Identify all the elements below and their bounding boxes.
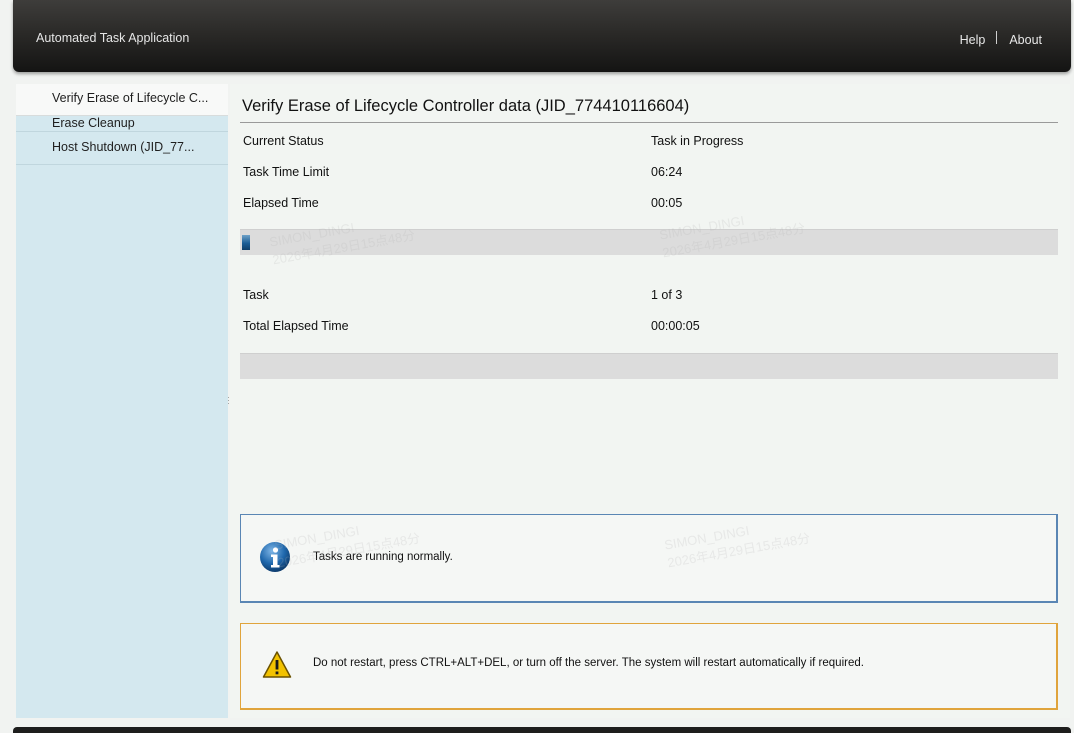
overall-progress-bar <box>240 353 1058 379</box>
app-header: Automated Task Application Help About <box>13 0 1071 72</box>
warning-icon <box>262 651 292 678</box>
sidebar-item-verify-erase[interactable]: Verify Erase of Lifecycle C... <box>16 84 228 116</box>
info-message-text: Tasks are running normally. <box>313 551 453 563</box>
header-links: Help About <box>960 30 1042 47</box>
total-elapsed-label: Total Elapsed Time <box>243 319 349 333</box>
help-link[interactable]: Help <box>960 33 986 47</box>
task-time-limit-value: 06:24 <box>651 165 683 179</box>
info-icon <box>260 542 290 572</box>
warning-message-box: Do not restart, press CTRL+ALT+DEL, or t… <box>240 623 1058 710</box>
about-link[interactable]: About <box>1009 33 1042 47</box>
info-message-box: Tasks are running normally. <box>240 514 1058 603</box>
elapsed-time-value: 00:05 <box>651 196 683 210</box>
title-divider <box>240 122 1058 123</box>
automated-task-window: Automated Task Application Help About Ve… <box>0 0 1074 733</box>
page-title: Verify Erase of Lifecycle Controller dat… <box>242 97 690 115</box>
task-count-value: 1 of 3 <box>651 288 683 302</box>
app-title: Automated Task Application <box>36 31 190 45</box>
elapsed-time-label: Elapsed Time <box>243 196 319 210</box>
header-divider <box>996 30 998 44</box>
footer-bar <box>13 727 1071 733</box>
task-time-limit-label: Task Time Limit <box>243 165 330 179</box>
task-progress-bar <box>240 229 1058 255</box>
task-sidebar: Verify Erase of Lifecycle C... Erase Cle… <box>16 84 228 718</box>
task-count-label: Task <box>243 288 269 302</box>
task-detail-panel: Verify Erase of Lifecycle Controller dat… <box>230 84 1070 718</box>
warning-message-text: Do not restart, press CTRL+ALT+DEL, or t… <box>313 657 864 669</box>
task-progress-fill <box>242 235 250 250</box>
total-elapsed-value: 00:00:05 <box>651 319 700 333</box>
sidebar-item-erase-cleanup[interactable]: Erase Cleanup <box>16 116 228 132</box>
sidebar-item-host-shutdown[interactable]: Host Shutdown (JID_77... <box>16 132 228 165</box>
current-status-value: Task in Progress <box>651 134 744 148</box>
current-status-label: Current Status <box>243 134 324 148</box>
